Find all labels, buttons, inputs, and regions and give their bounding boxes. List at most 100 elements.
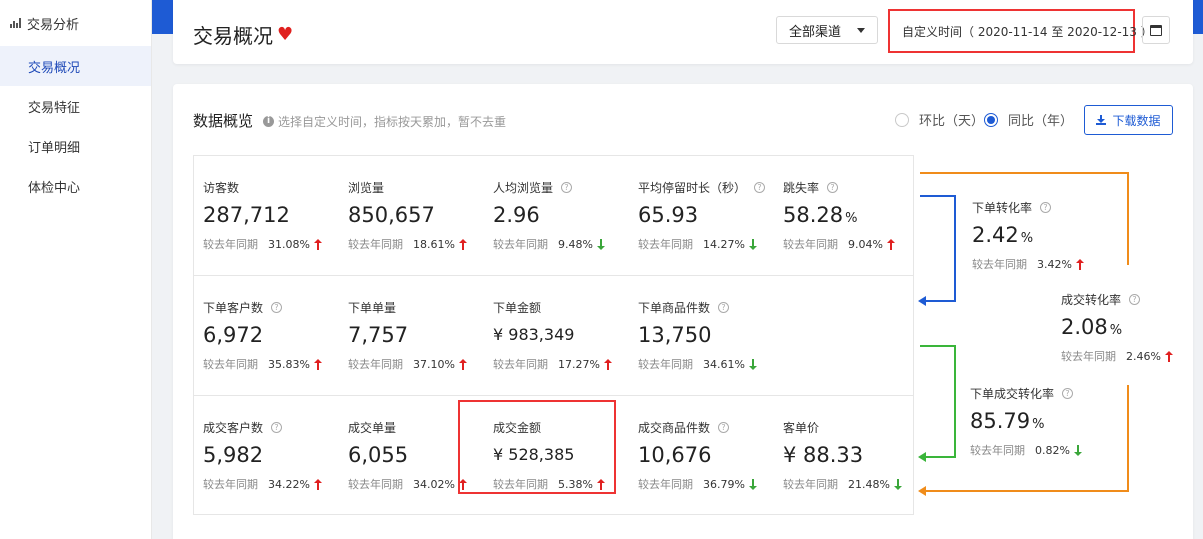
compare-label: 较去年同期 (493, 358, 548, 371)
compare-percent: 9.04% (848, 237, 883, 251)
sidebar-item-orders[interactable]: 订单明细 (0, 126, 151, 166)
compare-label: 较去年同期 (783, 478, 838, 491)
metric-label: 下单客户数? (203, 300, 343, 315)
help-icon[interactable]: ? (1129, 293, 1141, 305)
arrow-down-icon (1073, 444, 1082, 456)
metric-compare: 较去年同期 9.48% (493, 236, 633, 252)
help-icon[interactable]: ? (271, 301, 283, 313)
compare-percent: 37.10% (413, 357, 455, 371)
metric-label-text: 下单商品件数 (638, 300, 711, 315)
help-icon[interactable]: ? (718, 421, 730, 433)
metric-value: 10,676 (638, 442, 778, 468)
help-icon[interactable]: ? (1040, 201, 1052, 213)
metric-label-text: 浏览量 (348, 180, 385, 195)
compare-label: 较去年同期 (203, 478, 258, 491)
metric-compare: 较去年同期 37.10% (348, 356, 488, 372)
arrow-up-icon (1164, 350, 1173, 362)
metric-cell: 客单价 ¥ 88.33 较去年同期 21.48% (783, 420, 923, 520)
metric-value: ¥ 983,349 (493, 322, 633, 348)
metric-cell: 浏览量 850,657 较去年同期 18.61% (348, 180, 488, 280)
metric-label: 下单转化率? (972, 200, 1112, 215)
arrow-up-icon (886, 238, 895, 250)
conversion-cell: 下单转化率? 2.42% 较去年同期 3.42% (972, 200, 1112, 300)
metric-unit: % (845, 211, 858, 226)
metric-cell: 跳失率? 58.28% 较去年同期 9.04% (783, 180, 923, 280)
compare-percent: 0.82% (1035, 443, 1070, 457)
metric-value-text: 10,676 (638, 443, 712, 467)
arrow-down-icon (748, 358, 757, 370)
arrow-up-icon (1075, 258, 1084, 270)
compare-label: 较去年同期 (783, 238, 838, 251)
highlight-box (458, 400, 616, 494)
download-data-button[interactable]: 下载数据 (1084, 105, 1173, 135)
metric-label-text: 下单单量 (348, 300, 397, 315)
metric-label: 下单成交转化率? (970, 386, 1110, 401)
metric-unit: % (1020, 231, 1034, 246)
calendar-button[interactable] (1142, 16, 1170, 44)
heart-icon[interactable]: ♥ (277, 24, 293, 45)
metric-label-text: 成交商品件数 (638, 420, 711, 435)
metric-cell: 平均停留时长（秒）? 65.93 较去年同期 14.27% (638, 180, 778, 280)
radio-day-over-day[interactable]: 环比（天） (895, 110, 984, 129)
metric-value: 85.79% (970, 408, 1110, 434)
metric-label-text: 客单价 (783, 420, 820, 435)
compare-percent: 3.42% (1037, 257, 1072, 271)
metric-value: 287,712 (203, 202, 343, 228)
page-title-text: 交易概况 (193, 24, 273, 48)
radio-year-over-year[interactable]: 同比（年） (984, 110, 1073, 129)
metric-compare: 较去年同期 18.61% (348, 236, 488, 252)
metric-cell: 人均浏览量? 2.96 较去年同期 9.48% (493, 180, 633, 280)
help-icon[interactable]: ? (1062, 387, 1074, 399)
sidebar-item-overview[interactable]: 交易概况 (0, 46, 151, 86)
sidebar-item-health[interactable]: 体检中心 (0, 166, 151, 206)
metric-compare: 较去年同期 14.27% (638, 236, 778, 252)
metric-value-text: 2.96 (493, 203, 540, 227)
metric-compare: 较去年同期 34.22% (203, 476, 343, 492)
metric-label-text: 成交转化率 (1061, 292, 1122, 307)
metric-label: 下单金额 (493, 300, 633, 315)
help-icon[interactable]: ? (754, 181, 766, 193)
metric-value: 5,982 (203, 442, 343, 468)
download-label: 下载数据 (1112, 113, 1161, 128)
metric-compare: 较去年同期 9.04% (783, 236, 923, 252)
arrow-up-icon (313, 238, 322, 250)
sidebar-title: 交易分析 (0, 0, 151, 46)
compare-label: 较去年同期 (638, 238, 693, 251)
help-icon[interactable]: ? (718, 301, 730, 313)
metric-compare: 较去年同期 2.46% (1061, 348, 1201, 364)
help-icon[interactable]: ? (827, 181, 839, 193)
sidebar-item-features[interactable]: 交易特征 (0, 86, 151, 126)
radio-year-circle[interactable] (984, 112, 998, 127)
compare-percent: 35.83% (268, 357, 310, 371)
metric-value: 2.08% (1061, 314, 1201, 340)
header-card: 交易概况 ♥ 全部渠道 自定义时间（ 2020-11-14 至 2020-12-… (173, 0, 1193, 64)
help-icon[interactable]: ? (271, 421, 283, 433)
arrow-up-icon (458, 358, 467, 370)
metric-compare: 较去年同期 21.48% (783, 476, 923, 492)
metric-value: 2.42% (972, 222, 1112, 248)
metric-compare: 较去年同期 0.82% (970, 442, 1110, 458)
channel-select[interactable]: 全部渠道 (776, 16, 878, 44)
section-hint-text: 选择自定义时间，指标按天累加，暂不去重 (278, 115, 507, 129)
metric-value-text: 6,055 (348, 443, 409, 467)
metric-label: 访客数 (203, 180, 343, 195)
conversion-cell: 成交转化率? 2.08% 较去年同期 2.46% (1061, 292, 1201, 392)
metric-value-text: 13,750 (638, 323, 712, 347)
metric-value-text: 2.08 (1061, 315, 1108, 339)
compare-label: 较去年同期 (348, 238, 403, 251)
compare-percent: 9.48% (558, 237, 593, 251)
compare-percent: 34.02% (413, 477, 455, 491)
compare-label: 较去年同期 (348, 478, 403, 491)
calendar-icon (1150, 24, 1162, 36)
metric-value-text: 850,657 (348, 203, 435, 227)
compare-label: 较去年同期 (203, 238, 258, 251)
metric-cell: 下单单量 7,757 较去年同期 37.10% (348, 300, 488, 400)
metric-value-text: 85.79 (970, 409, 1031, 433)
date-range-picker[interactable]: 自定义时间（ 2020-11-14 至 2020-12-13 ） (888, 9, 1153, 53)
metric-compare: 较去年同期 3.42% (972, 256, 1112, 272)
metric-label: 成交转化率? (1061, 292, 1201, 307)
radio-day-circle[interactable] (895, 112, 909, 127)
metric-value-text: 7,757 (348, 323, 409, 347)
help-icon[interactable]: ? (561, 181, 573, 193)
metric-compare: 较去年同期 35.83% (203, 356, 343, 372)
